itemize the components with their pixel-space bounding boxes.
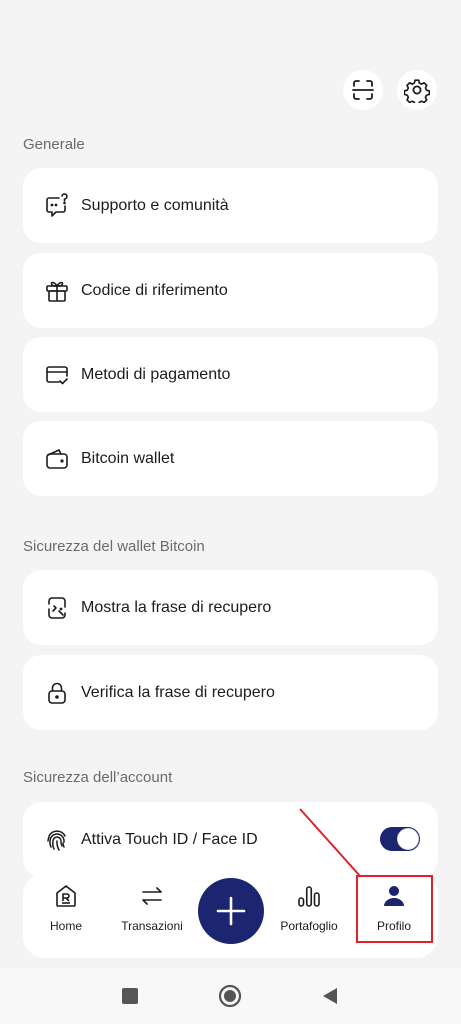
menu-item-label: Mostra la frase di recupero [81,598,272,616]
touch-id-toggle[interactable] [380,827,420,851]
recovery-phrase-icon [43,594,71,622]
toggle-knob [397,828,419,850]
scan-button[interactable] [343,70,383,110]
chat-question-icon [43,192,71,220]
menu-item-referral[interactable]: Codice di riferimento [23,253,438,328]
square-icon [122,988,138,1004]
transfer-icon [142,887,162,905]
menu-item-payment[interactable]: Metodi di pagamento [23,337,438,412]
system-nav-bar [0,968,461,1024]
tab-label: Transazioni [121,919,183,933]
wallet-icon [43,445,71,473]
tab-portfolio[interactable]: Portafoglio [271,883,347,933]
recents-button[interactable] [118,984,142,1008]
tab-label: Portafoglio [280,919,338,933]
add-button[interactable] [198,878,264,944]
settings-button[interactable] [397,70,437,110]
gear-icon [404,79,430,103]
gift-icon [43,277,71,305]
menu-item-label: Codice di riferimento [81,281,228,299]
menu-item-label: Supporto e comunità [81,196,229,214]
card-check-icon [43,361,71,389]
menu-item-support[interactable]: Supporto e comunità [23,168,438,243]
scan-icon [352,80,374,100]
fingerprint-icon [43,826,71,854]
menu-item-label: Verifica la frase di recupero [81,683,275,701]
menu-item-wallet[interactable]: Bitcoin wallet [23,421,438,496]
home-icon [56,885,76,907]
section-title-account-security: Sicurezza dell’account [23,769,173,786]
tab-home[interactable]: Home [28,883,104,933]
menu-item-verify-phrase[interactable]: Verifica la frase di recupero [23,655,438,730]
menu-item-show-phrase[interactable]: Mostra la frase di recupero [23,570,438,645]
header-actions [343,70,437,110]
section-title-wallet-security: Sicurezza del wallet Bitcoin [23,538,205,555]
lock-icon [43,679,71,707]
back-triangle-icon [323,988,337,1004]
annotation-highlight-box [356,875,433,943]
menu-item-label: Attiva Touch ID / Face ID [81,830,258,848]
back-button[interactable] [318,984,342,1008]
menu-item-label: Bitcoin wallet [81,449,175,467]
tab-transactions[interactable]: Transazioni [114,883,190,933]
menu-item-label: Metodi di pagamento [81,365,231,383]
plus-icon [216,896,246,926]
circle-icon [218,984,242,1008]
menu-item-touch-id[interactable]: Attiva Touch ID / Face ID [23,802,438,877]
home-system-button[interactable] [218,984,242,1008]
section-title-general: Generale [23,136,85,153]
bar-chart-icon [298,886,320,907]
tab-label: Home [49,919,82,933]
